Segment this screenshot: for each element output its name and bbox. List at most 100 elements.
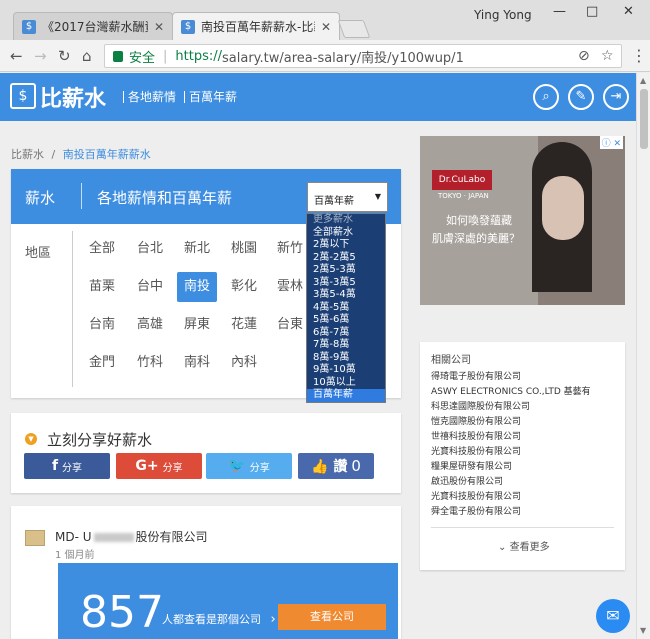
site-header: $ 比薪水 各地薪情 百萬年薪 ⌕ ✎ ⇥ bbox=[0, 73, 636, 121]
city-taitung[interactable]: 台東 bbox=[270, 310, 310, 340]
related-company-link[interactable]: 光寶科技股份有限公司 bbox=[431, 489, 521, 502]
dropdown-option[interactable]: 4萬-5萬 bbox=[307, 301, 385, 314]
ad-info-icon[interactable]: ⓘ ✕ bbox=[599, 136, 623, 149]
view-company-button[interactable]: 查看公司 bbox=[278, 604, 386, 630]
company-name[interactable]: MD- U 股份有限公司 bbox=[55, 528, 208, 545]
select-value: 百萬年薪 bbox=[314, 196, 354, 207]
share-title: 立刻分享好薪水 bbox=[47, 431, 153, 449]
related-company-link[interactable]: 世禧科技股份有限公司 bbox=[431, 429, 521, 442]
breadcrumb-home[interactable]: 比薪水 bbox=[11, 148, 44, 161]
city-taipei[interactable]: 台北 bbox=[130, 234, 170, 264]
related-company-link[interactable]: 舜全電子股份有限公司 bbox=[431, 504, 521, 517]
login-icon[interactable]: ⇥ bbox=[603, 84, 629, 110]
facebook-icon: f bbox=[51, 458, 59, 474]
dropdown-option[interactable]: 10萬以上 bbox=[307, 376, 385, 389]
related-company-link[interactable]: ASWY ELECTRONICS CO.,LTD 基藝有 bbox=[431, 384, 591, 397]
city-miaoli[interactable]: 苗栗 bbox=[82, 272, 122, 302]
scroll-up-icon[interactable]: ▲ bbox=[640, 76, 646, 85]
city-hualien[interactable]: 花蓮 bbox=[224, 310, 264, 340]
share-label: 分享 bbox=[249, 462, 270, 474]
browser-menu-icon[interactable]: ⋮ bbox=[631, 46, 647, 65]
profile-name[interactable]: Ying Yong bbox=[474, 8, 532, 22]
dropdown-option[interactable]: 3萬5-4萬 bbox=[307, 289, 385, 302]
logo-icon[interactable]: $ bbox=[10, 83, 36, 109]
dropdown-option[interactable]: 6萬-7萬 bbox=[307, 326, 385, 339]
favicon-icon: $ bbox=[181, 19, 195, 34]
related-company-link[interactable]: 光寶科技股份有限公司 bbox=[431, 444, 521, 457]
tab-close-icon[interactable]: ✕ bbox=[154, 20, 164, 34]
related-company-link[interactable]: 科思達國際股份有限公司 bbox=[431, 399, 530, 412]
city-southern-science-park[interactable]: 南科 bbox=[177, 348, 217, 378]
breadcrumb-current[interactable]: 南投百萬年薪薪水 bbox=[63, 148, 151, 161]
search-icon[interactable]: ⌕ bbox=[533, 84, 559, 110]
url-path: salary.tw/area-salary/南投/y100wup/1 bbox=[222, 50, 464, 66]
salary-range-dropdown[interactable]: 更多薪水 全部薪水 2萬以下 2萬-2萬5 2萬5-3萬 3萬-3萬5 3萬5-… bbox=[306, 213, 386, 403]
chevron-down-circle-icon: ▼ bbox=[25, 433, 37, 445]
city-tainan[interactable]: 台南 bbox=[82, 310, 122, 340]
city-hsinchu-science-park[interactable]: 竹科 bbox=[130, 348, 170, 378]
city-all[interactable]: 全部 bbox=[82, 234, 122, 264]
dropdown-option[interactable]: 8萬-9萬 bbox=[307, 351, 385, 364]
dropdown-option[interactable]: 7萬-8萬 bbox=[307, 339, 385, 352]
dropdown-option[interactable]: 2萬-2萬5 bbox=[307, 251, 385, 264]
salary-card-subtitle: 各地薪情和百萬年薪 bbox=[97, 189, 233, 207]
like-button[interactable]: 👍 讚 0 bbox=[298, 453, 374, 479]
scroll-down-icon[interactable]: ▼ bbox=[640, 626, 646, 635]
maximize-button[interactable]: □ bbox=[586, 4, 598, 19]
divider bbox=[72, 231, 73, 387]
reload-icon[interactable]: ↻ bbox=[58, 47, 71, 65]
avatar bbox=[25, 530, 45, 546]
forward-icon[interactable]: → bbox=[34, 47, 47, 65]
bookmark-star-icon[interactable]: ☆ bbox=[601, 48, 614, 64]
salary-range-select[interactable]: 百萬年薪 ▼ bbox=[307, 182, 388, 212]
edit-icon[interactable]: ✎ bbox=[568, 84, 594, 110]
ad-brand-logo: Dr.CuLabo bbox=[432, 170, 492, 190]
city-nantou-active[interactable]: 南投 bbox=[177, 272, 217, 302]
see-more-link[interactable]: ⌄ 查看更多 bbox=[498, 538, 550, 553]
dropdown-option[interactable]: 2萬5-3萬 bbox=[307, 264, 385, 277]
facebook-share-button[interactable]: f 分享 bbox=[24, 453, 110, 479]
scrollbar-thumb[interactable] bbox=[640, 89, 648, 149]
company-stats-panel: 857 人都查看是那個公司 › 查看公司 bbox=[58, 563, 398, 639]
tab-salary-query[interactable]: $ 《2017台灣薪水酬資查詢 ✕ bbox=[13, 12, 173, 40]
city-yunlin[interactable]: 雲林 bbox=[270, 272, 310, 302]
twitter-share-button[interactable]: 🐦 分享 bbox=[206, 453, 292, 479]
dropdown-option[interactable]: 2萬以下 bbox=[307, 239, 385, 252]
page-scrollbar[interactable]: ▲ ▼ bbox=[636, 73, 650, 639]
tab-nantou-salary[interactable]: $ 南投百萬年薪薪水-比薪水 ✕ bbox=[172, 12, 340, 40]
dropdown-option[interactable]: 5萬-6萬 bbox=[307, 314, 385, 327]
minimize-button[interactable]: — bbox=[553, 4, 566, 19]
messenger-chat-icon[interactable]: ✉ bbox=[596, 599, 630, 633]
nav-regional-salary[interactable]: 各地薪情 bbox=[123, 91, 176, 103]
city-taichung[interactable]: 台中 bbox=[130, 272, 170, 302]
google-plus-share-button[interactable]: G+ 分享 bbox=[116, 453, 202, 479]
site-logo-text[interactable]: 比薪水 bbox=[40, 81, 106, 113]
related-company-link[interactable]: 啟迅股份有限公司 bbox=[431, 474, 503, 487]
translate-icon[interactable]: ⊘ bbox=[578, 48, 590, 64]
tab-close-icon[interactable]: ✕ bbox=[321, 20, 331, 34]
related-company-link[interactable]: 得琦電子股份有限公司 bbox=[431, 369, 521, 382]
close-window-button[interactable]: ✕ bbox=[623, 4, 634, 19]
dropdown-option[interactable]: 9萬-10萬 bbox=[307, 364, 385, 377]
dropdown-option[interactable]: 全部薪水 bbox=[307, 226, 385, 239]
related-company-link[interactable]: 愷克國際股份有限公司 bbox=[431, 414, 521, 427]
share-card: ▼ 立刻分享好薪水 f 分享 G+ 分享 🐦 分享 👍 讚 0 bbox=[11, 413, 401, 493]
city-neihu-science-park[interactable]: 內科 bbox=[224, 348, 264, 378]
new-tab-button[interactable] bbox=[337, 20, 371, 38]
dropdown-option[interactable]: 3萬-3萬5 bbox=[307, 276, 385, 289]
city-new-taipei[interactable]: 新北 bbox=[177, 234, 217, 264]
city-kinmen[interactable]: 金門 bbox=[82, 348, 122, 378]
back-icon[interactable]: ← bbox=[10, 47, 23, 65]
related-company-link[interactable]: 糧果屋研發有限公司 bbox=[431, 459, 512, 472]
advertisement-banner[interactable]: Dr.CuLabo TOKYO · JAPAN 如何喚發蘊藏 肌膚深處的美麗？ … bbox=[420, 136, 625, 305]
dropdown-option-selected[interactable]: 百萬年薪 bbox=[307, 389, 385, 402]
city-pingtung[interactable]: 屏東 bbox=[177, 310, 217, 340]
company-name-suffix: 股份有限公司 bbox=[135, 530, 208, 544]
city-changhua[interactable]: 彰化 bbox=[224, 272, 264, 302]
city-taoyuan[interactable]: 桃園 bbox=[224, 234, 264, 264]
home-icon[interactable]: ⌂ bbox=[82, 47, 92, 65]
nav-million-salary[interactable]: 百萬年薪 bbox=[184, 91, 237, 103]
city-hsinchu[interactable]: 新竹 bbox=[270, 234, 310, 264]
address-bar[interactable]: 安全 | https:// salary.tw/area-salary/南投/y… bbox=[104, 44, 622, 68]
city-kaohsiung[interactable]: 高雄 bbox=[130, 310, 170, 340]
